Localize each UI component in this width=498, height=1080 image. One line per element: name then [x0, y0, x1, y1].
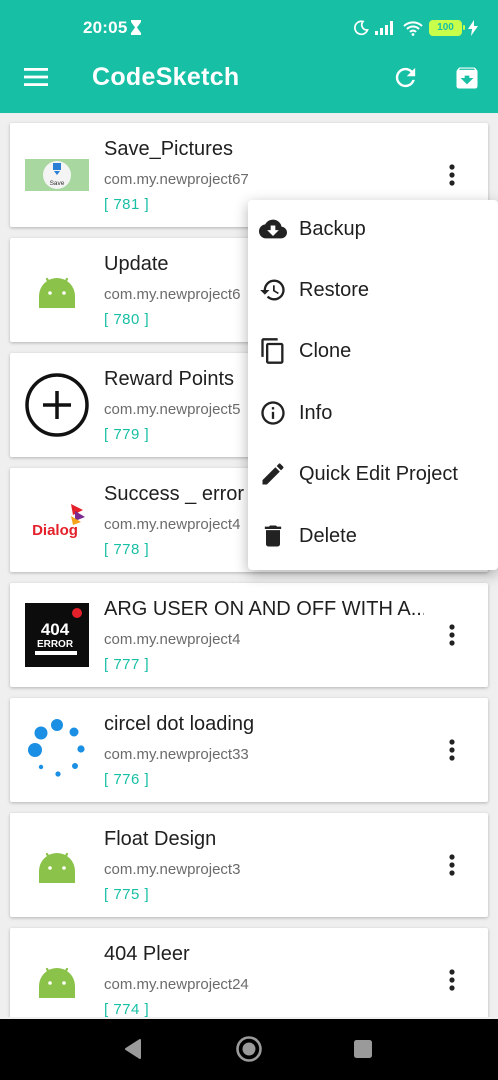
add-circle-icon: [25, 373, 89, 437]
menu-label-backup: Backup: [299, 218, 366, 240]
more-vert-icon[interactable]: [438, 736, 466, 764]
cloud-download-icon: [259, 219, 287, 239]
refresh-icon[interactable]: [391, 63, 420, 92]
project-card[interactable]: 404 ERROR ARG USER ON AND OFF WITH A... …: [10, 583, 488, 687]
error-word-text: ERROR: [37, 639, 74, 650]
menu-item-quick-edit[interactable]: Quick Edit Project: [248, 445, 498, 506]
charging-bolt-icon: [468, 20, 478, 36]
project-id: [ 775 ]: [104, 886, 150, 903]
project-card[interactable]: circel dot loading com.my.newproject33 […: [10, 698, 488, 802]
archive-download-icon[interactable]: [453, 64, 481, 92]
project-name: 404 Pleer: [104, 943, 190, 965]
status-bar: 20:05 100: [0, 0, 498, 56]
hourglass-icon: [131, 20, 141, 35]
project-id: [ 778 ]: [104, 541, 150, 558]
menu-item-backup[interactable]: Backup: [248, 200, 498, 261]
menu-label-quick-edit: Quick Edit Project: [299, 463, 458, 485]
project-id: [ 779 ]: [104, 426, 150, 443]
more-vert-icon[interactable]: [438, 161, 466, 189]
project-package: com.my.newproject3: [104, 861, 241, 878]
recent-apps-icon[interactable]: [353, 1039, 373, 1059]
404-error-thumb: 404 ERROR: [25, 603, 89, 667]
project-id: [ 777 ]: [104, 656, 150, 673]
menu-label-restore: Restore: [299, 279, 370, 301]
project-name: ARG USER ON AND OFF WITH A...: [104, 598, 424, 620]
hamburger-menu-icon[interactable]: [22, 65, 50, 89]
battery-indicator: 100: [429, 20, 465, 36]
project-name: circel dot loading: [104, 713, 255, 735]
info-icon: [261, 401, 285, 425]
project-package: com.my.newproject4: [104, 631, 241, 648]
menu-item-clone[interactable]: Clone: [248, 322, 498, 383]
menu-label-info: Info: [299, 402, 333, 424]
status-time: 20:05: [83, 18, 128, 37]
pencil-icon: [262, 463, 284, 485]
project-package: com.my.newproject6: [104, 286, 241, 303]
dot-loading-icon: [25, 718, 89, 782]
app-screen: 20:05 100 CodeSketch Save Save_Pictures …: [0, 0, 498, 1080]
copy-icon: [261, 338, 284, 364]
menu-item-info[interactable]: Info: [248, 384, 498, 445]
save-picture-thumb: Save: [25, 143, 89, 207]
history-icon: [260, 279, 285, 301]
project-name: Float Design: [104, 828, 217, 850]
app-title: CodeSketch: [92, 63, 240, 91]
project-context-menu: Backup Restore Clone Info Quick Edit Pro…: [248, 200, 498, 570]
more-vert-icon[interactable]: [438, 621, 466, 649]
error-404-text: 404: [41, 620, 70, 639]
project-package: com.my.newproject24: [104, 976, 249, 993]
home-icon[interactable]: [235, 1035, 263, 1063]
android-icon: [25, 258, 89, 322]
save-thumb-label: Save: [50, 180, 65, 187]
wifi-icon: [403, 21, 423, 36]
android-icon: [25, 948, 89, 1012]
project-card[interactable]: Float Design com.my.newproject3 [ 775 ]: [10, 813, 488, 917]
project-package: com.my.newproject4: [104, 516, 241, 533]
moon-icon: [354, 20, 369, 36]
more-vert-icon[interactable]: [438, 851, 466, 879]
back-icon[interactable]: [120, 1036, 146, 1062]
android-icon: [25, 833, 89, 897]
menu-item-delete[interactable]: Delete: [248, 507, 498, 568]
project-package: com.my.newproject33: [104, 746, 249, 763]
dialog-logo: Dialog: [25, 488, 89, 552]
signal-icon: [375, 21, 393, 35]
project-name: Save_Pictures: [104, 138, 233, 160]
menu-label-delete: Delete: [299, 525, 357, 547]
trash-icon: [264, 525, 282, 547]
project-id: [ 774 ]: [104, 1001, 150, 1017]
project-card[interactable]: 404 Pleer com.my.newproject24 [ 774 ]: [10, 928, 488, 1017]
project-id: [ 776 ]: [104, 771, 150, 788]
menu-item-restore[interactable]: Restore: [248, 261, 498, 322]
dialog-logo-text: Dialog: [32, 522, 78, 539]
menu-label-clone: Clone: [299, 340, 352, 362]
project-id: [ 781 ]: [104, 196, 150, 213]
more-vert-icon[interactable]: [438, 966, 466, 994]
save-picture-image: Save: [25, 159, 89, 191]
project-package: com.my.newproject67: [104, 171, 249, 188]
system-nav-bar: [0, 1019, 498, 1080]
project-package: com.my.newproject5: [104, 401, 241, 418]
status-icons: 100: [353, 18, 478, 38]
project-id: [ 780 ]: [104, 311, 150, 328]
app-bar: 20:05 100 CodeSketch: [0, 0, 498, 113]
